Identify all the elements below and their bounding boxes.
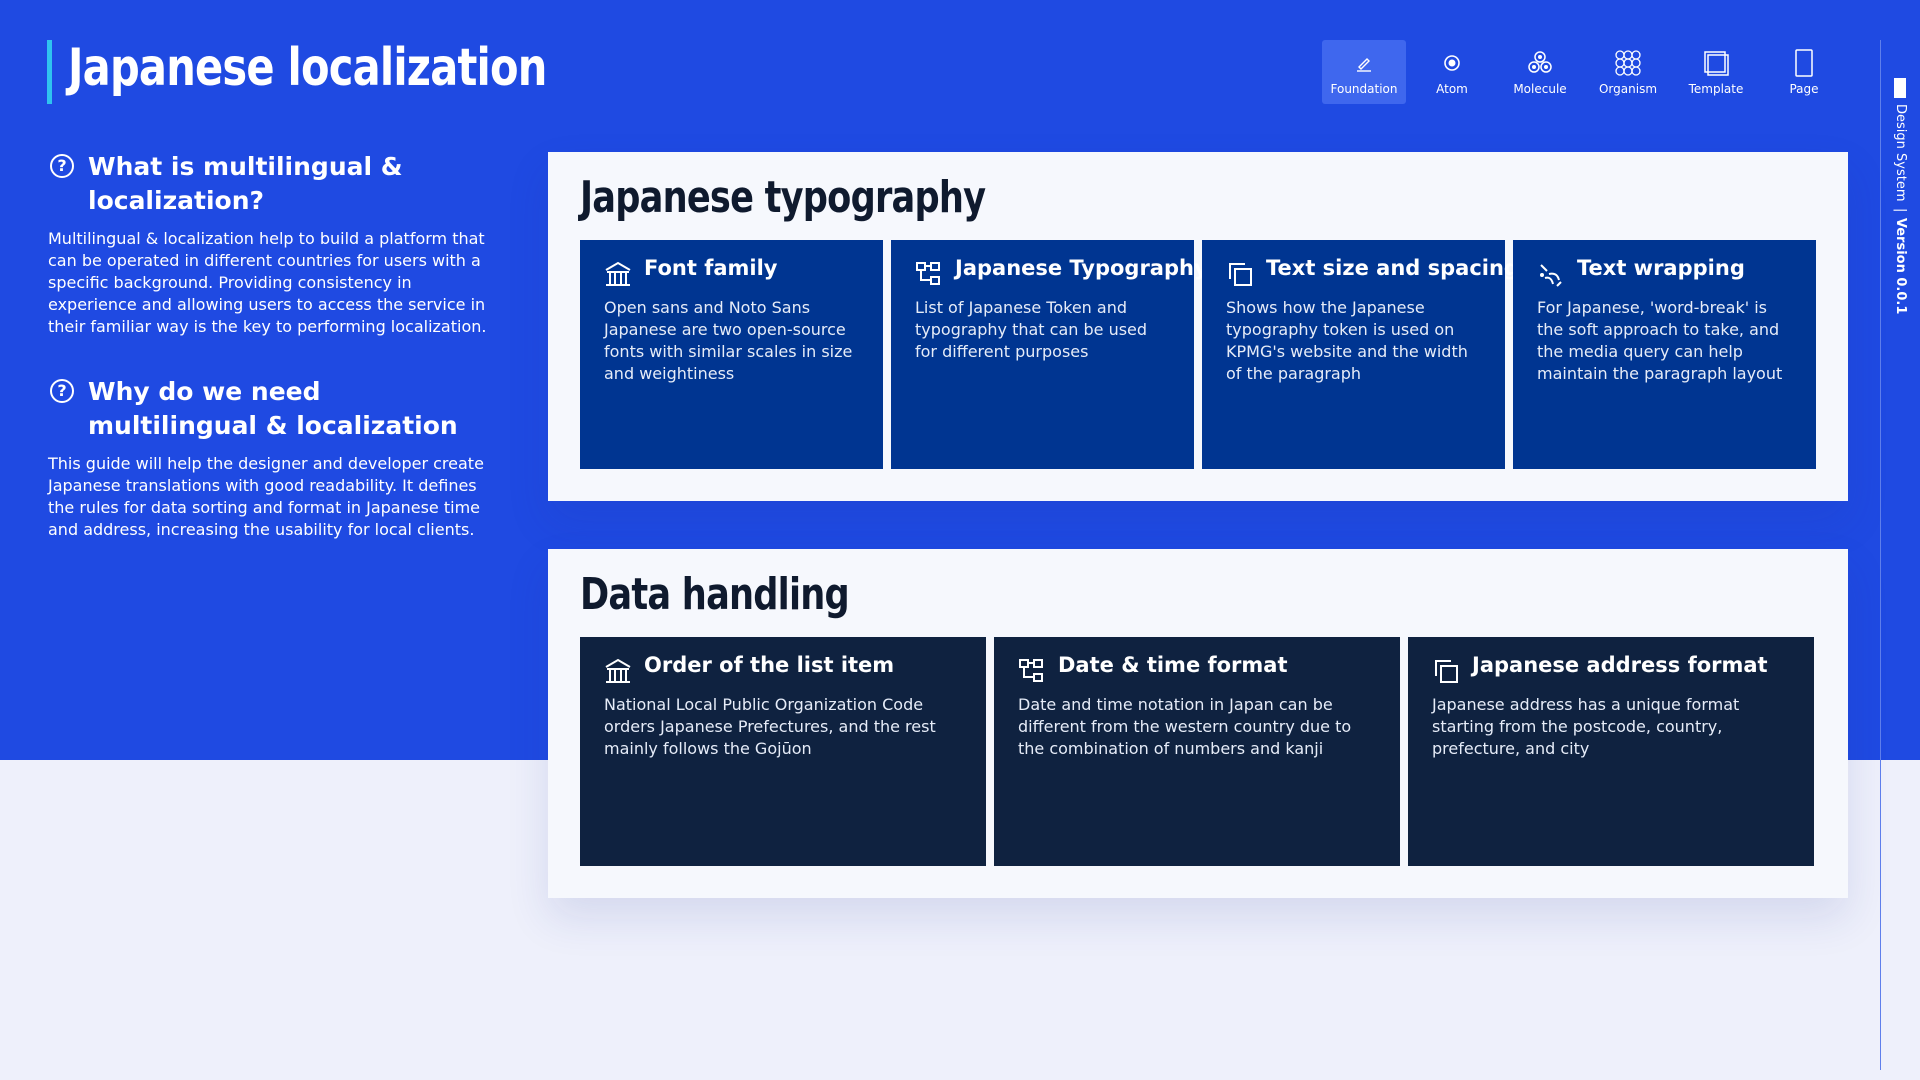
side-version-label: Design System | Version 0.0.1 <box>1888 104 1912 324</box>
card-description: Shows how the Japanese typography token … <box>1226 298 1468 383</box>
section-title: Japanese typography <box>580 172 986 223</box>
temple-icon <box>605 261 631 286</box>
page-icon <box>1795 49 1813 77</box>
faq-what: ? What is multilingual & localization? M… <box>48 150 493 338</box>
version-label: Version 0.0.1 <box>1893 217 1908 315</box>
copy-icon <box>1435 660 1458 683</box>
molecule-icon <box>1528 51 1552 73</box>
nav-label: Template <box>1688 82 1744 96</box>
card-description: Open sans and Noto Sans Japanese are two… <box>604 298 853 383</box>
card-title: Font family <box>644 256 778 280</box>
design-system-label: Design System <box>1893 104 1908 202</box>
card-date-time-format[interactable]: Date & time format Date and time notatio… <box>994 637 1400 866</box>
card-text-size-spacing[interactable]: Text size and spacing Shows how the Japa… <box>1202 240 1519 469</box>
card-description: Japanese address has a unique format sta… <box>1432 695 1740 758</box>
design-level-nav: Foundation Atom Molecule Organism Templa… <box>1322 40 1819 104</box>
faq-question: Why do we need multilingual & localizati… <box>88 377 458 440</box>
organism-icon <box>1615 50 1641 76</box>
faq-answer: Multilingual & localization help to buil… <box>48 229 487 336</box>
section-typography: Japanese typography Font family Open san… <box>548 152 1848 501</box>
nav-atom[interactable]: Atom <box>1410 40 1494 104</box>
faq-why: ? Why do we need multilingual & localiza… <box>48 375 493 541</box>
copy-icon <box>1229 263 1252 286</box>
section-data-handling: Data handling Order of the list item Nat… <box>548 549 1848 898</box>
question-icon: ? <box>50 154 74 178</box>
nav-page[interactable]: Page <box>1762 40 1846 104</box>
card-title: Date & time format <box>1058 653 1288 677</box>
card-title: Order of the list item <box>644 653 895 677</box>
card-description: Date and time notation in Japan can be d… <box>1018 695 1352 758</box>
atom-icon <box>1444 55 1460 71</box>
pencil-icon <box>1357 58 1371 72</box>
card-title: Japanese address format <box>1472 653 1768 677</box>
side-marker <box>1894 78 1906 98</box>
separator: | <box>1893 207 1908 212</box>
card-description: List of Japanese Token and typography th… <box>915 298 1148 361</box>
card-title: Japanese Typography <box>955 256 1208 280</box>
card-title: Text size and spacing <box>1266 256 1519 280</box>
side-divider <box>1880 40 1881 1070</box>
nav-label: Molecule <box>1513 82 1567 96</box>
wrap-icon <box>1540 264 1562 287</box>
nav-template[interactable]: Template <box>1674 40 1758 104</box>
question-icon: ? <box>50 379 74 403</box>
temple-icon <box>605 658 631 683</box>
nav-label: Organism <box>1598 82 1658 96</box>
hierarchy-icon <box>1019 659 1043 682</box>
card-title: Text wrapping <box>1577 256 1745 280</box>
section-title: Data handling <box>580 569 850 620</box>
card-font-family[interactable]: Font family Open sans and Noto Sans Japa… <box>580 240 883 469</box>
hierarchy-icon <box>916 262 940 285</box>
card-list-order[interactable]: Order of the list item National Local Pu… <box>580 637 986 866</box>
page-title: Japanese localization <box>68 38 547 98</box>
nav-label: Atom <box>1436 82 1468 96</box>
nav-label: Page <box>1789 82 1819 96</box>
faq-answer: This guide will help the designer and de… <box>48 454 484 539</box>
template-icon <box>1704 51 1729 76</box>
nav-organism[interactable]: Organism <box>1586 40 1670 104</box>
card-japanese-typography[interactable]: Japanese Typography List of Japanese Tok… <box>891 240 1208 469</box>
card-description: National Local Public Organization Code … <box>604 695 936 758</box>
nav-label: Foundation <box>1330 82 1398 96</box>
card-address-format[interactable]: Japanese address format Japanese address… <box>1408 637 1814 866</box>
title-accent-bar <box>47 40 52 104</box>
card-description: For Japanese, 'word-break' is the soft a… <box>1537 298 1783 383</box>
nav-molecule[interactable]: Molecule <box>1498 40 1582 104</box>
nav-foundation[interactable]: Foundation <box>1322 40 1406 104</box>
card-text-wrapping[interactable]: Text wrapping For Japanese, 'word-break'… <box>1513 240 1816 469</box>
faq-question: What is multilingual & localization? <box>88 152 403 215</box>
